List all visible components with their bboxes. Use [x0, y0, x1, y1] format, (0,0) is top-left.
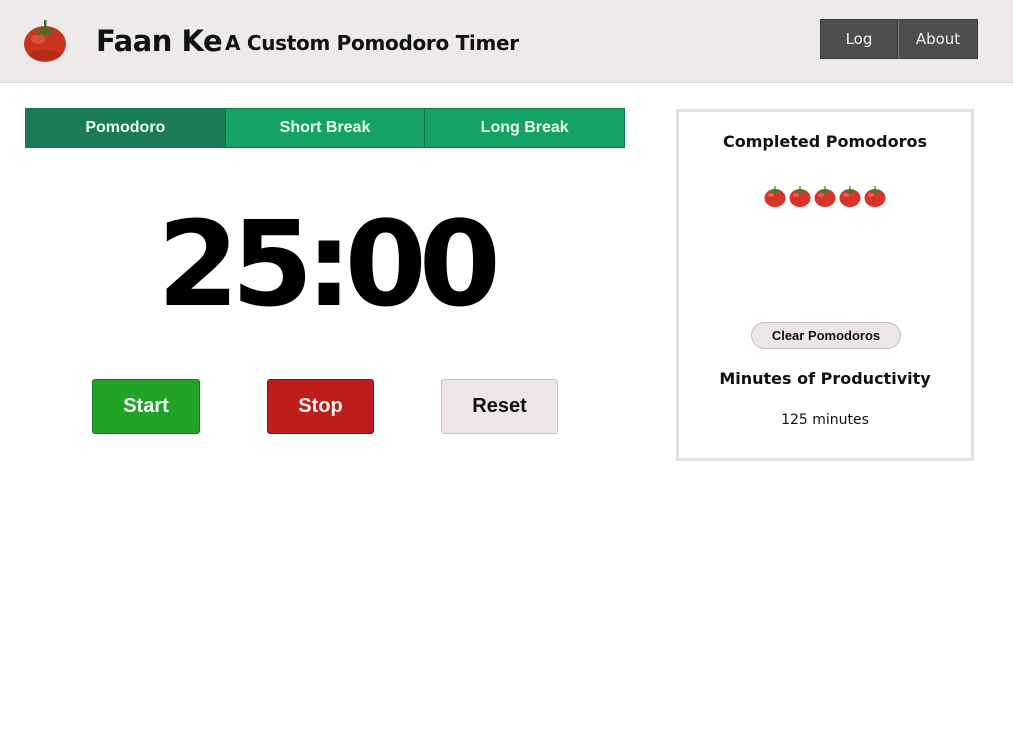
tab-long-break[interactable]: Long Break: [424, 109, 625, 147]
clear-pomodoros-button[interactable]: Clear Pomodoros: [751, 322, 901, 349]
about-button[interactable]: About: [898, 19, 978, 59]
productivity-minutes: 125 minutes: [781, 412, 869, 428]
top-nav: Log About: [820, 19, 978, 59]
stats-panel: Completed Pomodoros Clear Pomodoros Minu…: [676, 109, 974, 461]
completed-pomodoros-title: Completed Pomodoros: [723, 132, 927, 151]
tab-pomodoro[interactable]: Pomodoro: [26, 109, 225, 147]
app-name: Faan Ke: [96, 24, 223, 58]
reset-button[interactable]: Reset: [441, 379, 558, 434]
log-button[interactable]: Log: [820, 19, 898, 59]
tab-short-break[interactable]: Short Break: [224, 109, 425, 147]
completed-tomatoes: [679, 184, 971, 208]
tomato-icon: [789, 186, 811, 207]
app-tagline: A Custom Pomodoro Timer: [225, 31, 519, 55]
tomato-icon: [864, 186, 886, 207]
tomato-icon: [764, 186, 786, 207]
mode-tabs: Pomodoro Short Break Long Break: [25, 108, 625, 148]
tomato-icon: [839, 186, 861, 207]
stop-button[interactable]: Stop: [267, 379, 374, 434]
productivity-title: Minutes of Productivity: [719, 369, 931, 388]
start-button[interactable]: Start: [92, 379, 200, 434]
timer-display: 25:00: [157, 195, 501, 333]
tomato-logo-icon: [20, 15, 70, 65]
app-header: Faan Ke A Custom Pomodoro Timer Log Abou…: [0, 0, 1013, 83]
tomato-icon: [814, 186, 836, 207]
